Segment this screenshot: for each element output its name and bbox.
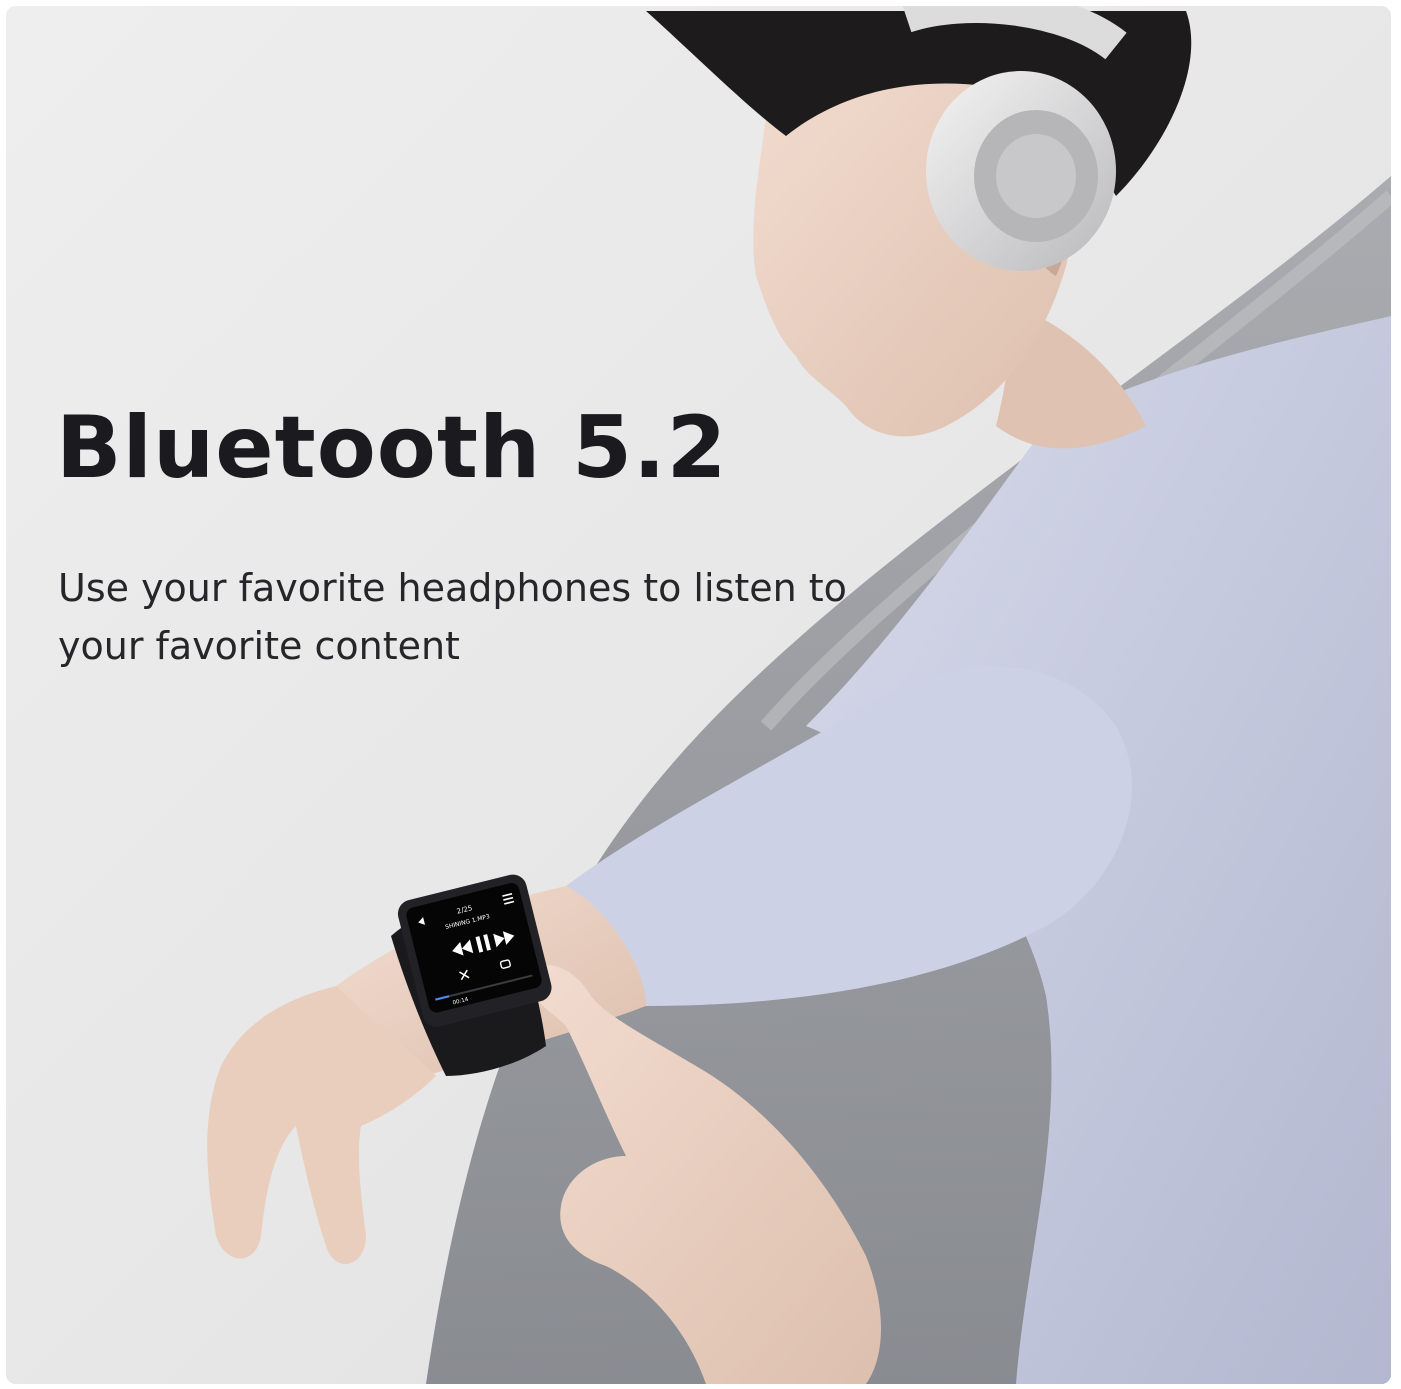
subline: Use your favorite headphones to listen t…: [58, 566, 847, 668]
photo-frame: 2/25 SHINING 1.MP3 00:14 Bluetooth 5.2 U…: [6, 6, 1391, 1384]
headline: Bluetooth 5.2: [56, 398, 728, 498]
photo-scene: 2/25 SHINING 1.MP3 00:14: [6, 6, 1391, 1384]
